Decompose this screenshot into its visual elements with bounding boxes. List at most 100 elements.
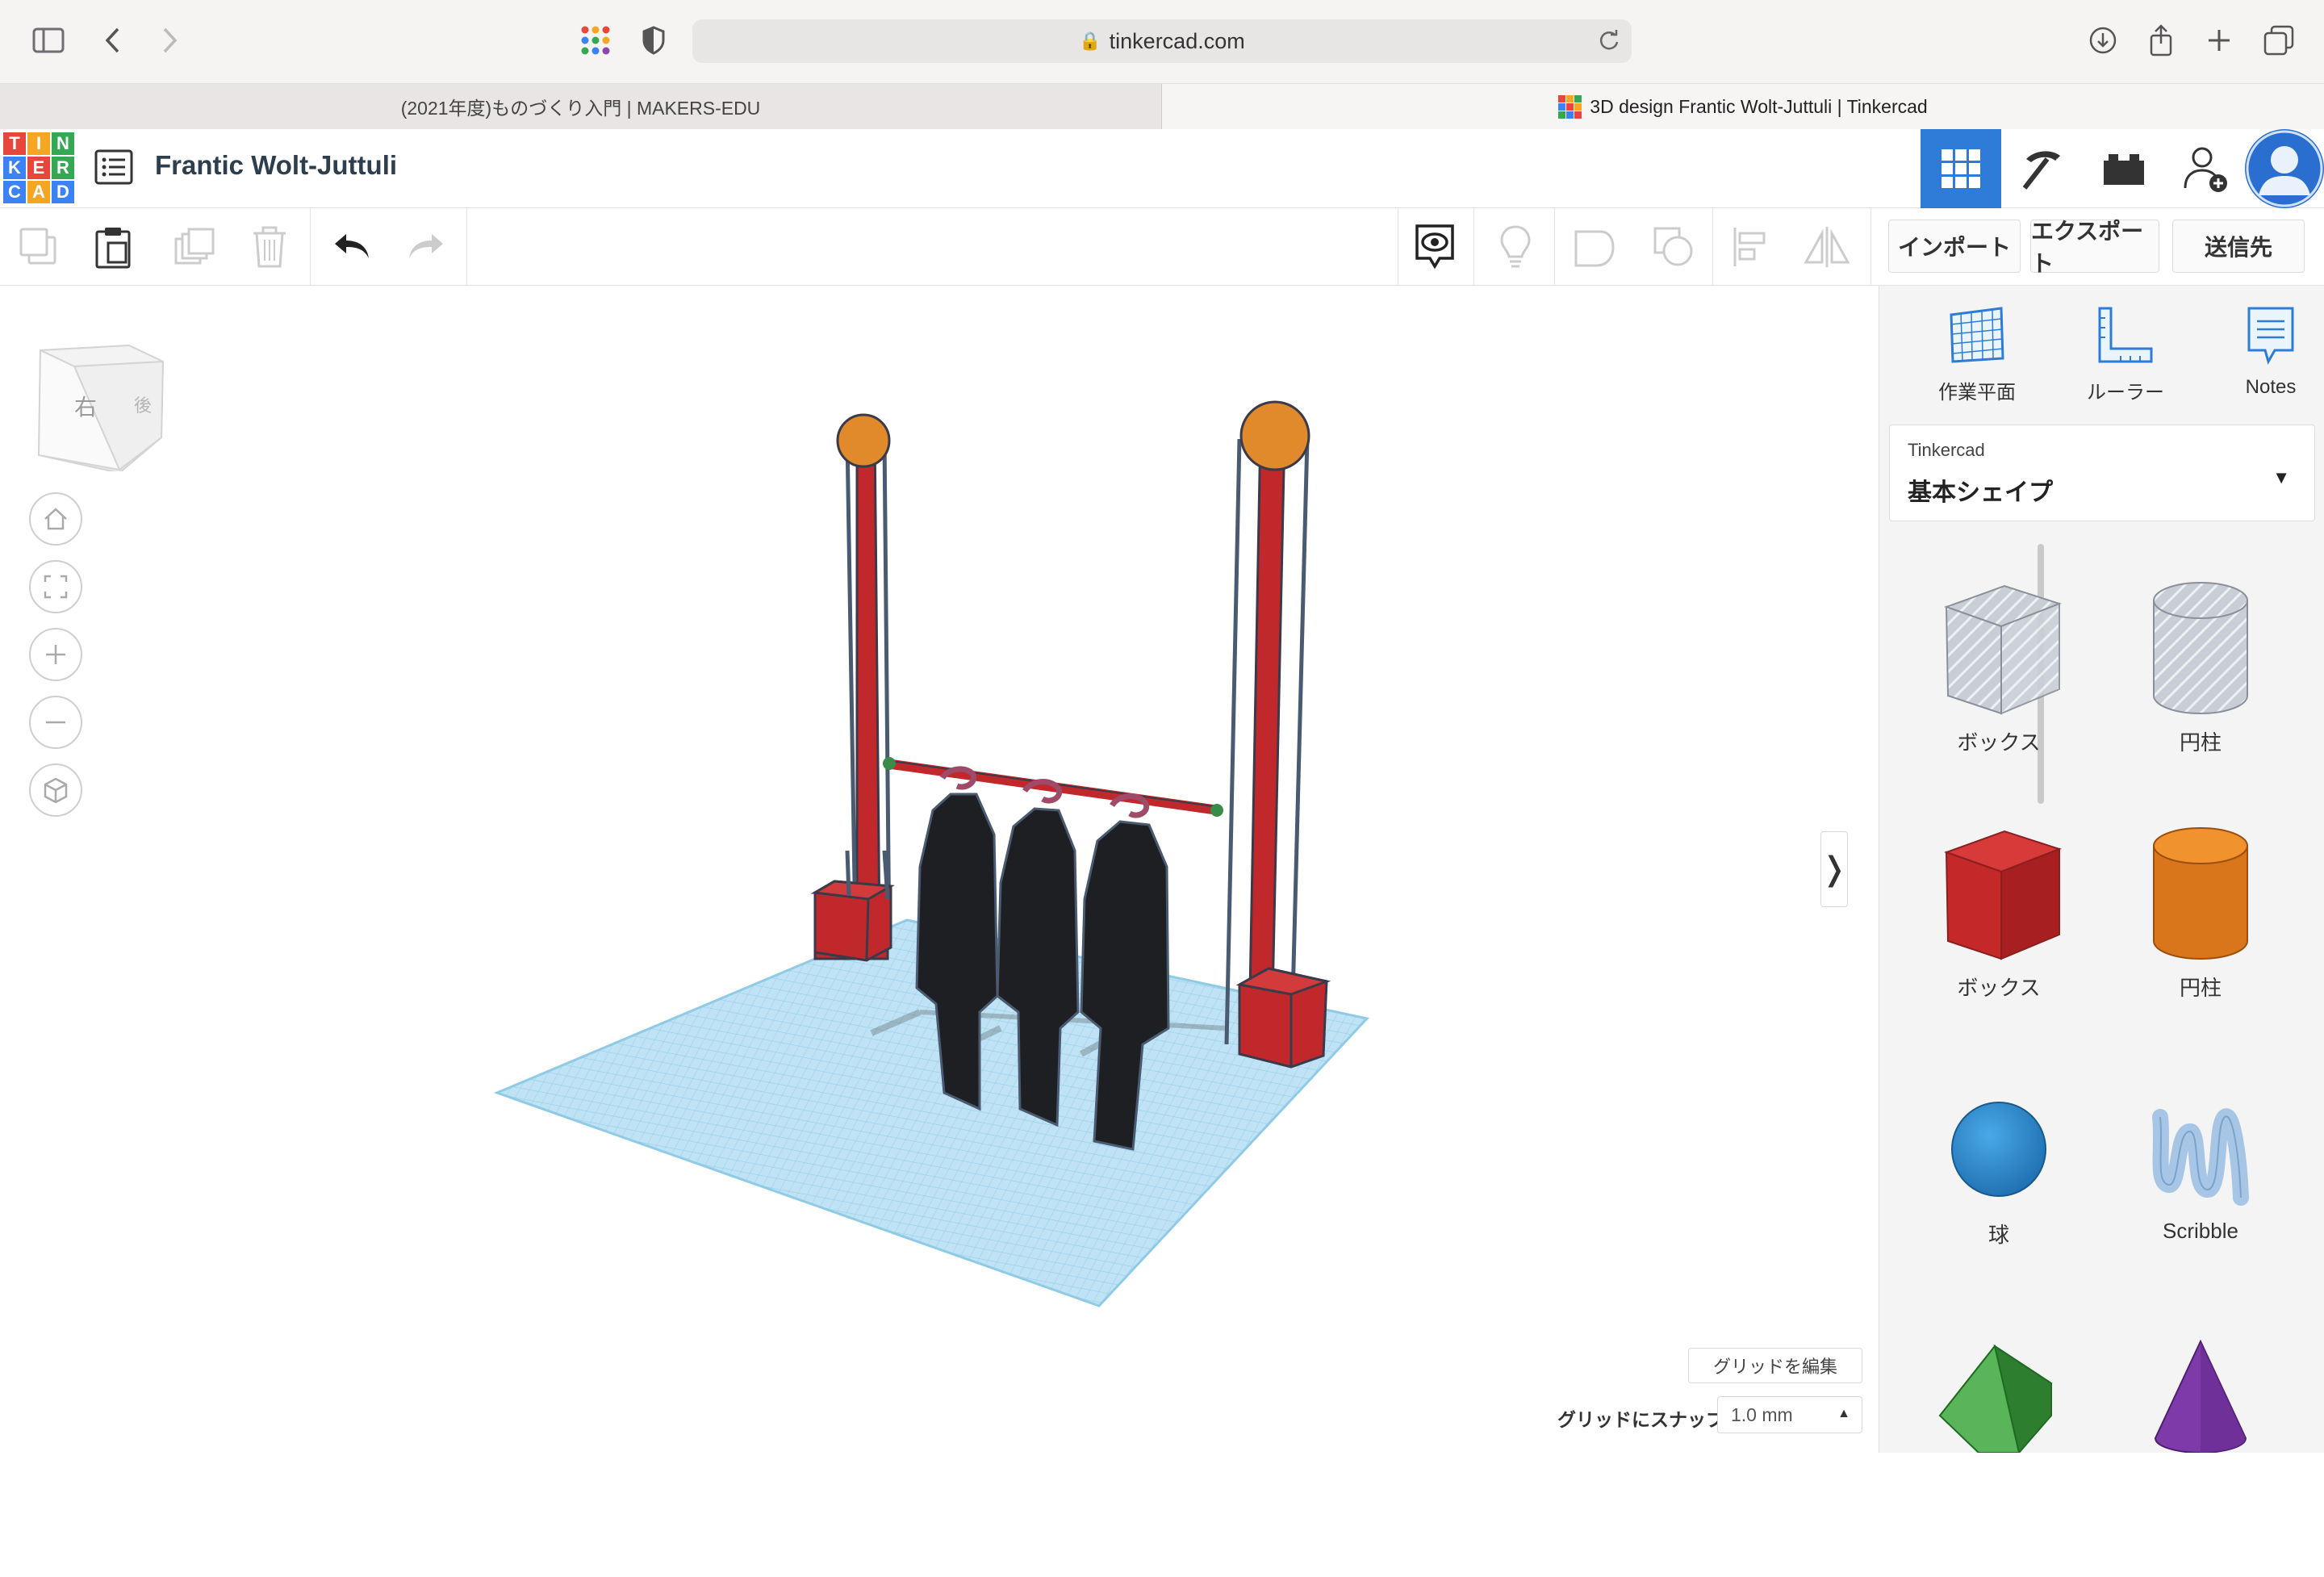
shape-roof[interactable] [1902, 1335, 2096, 1577]
logo-letter: I [27, 132, 50, 155]
duplicate-button[interactable] [168, 221, 219, 273]
logo-letter: T [3, 132, 26, 155]
logo-letter: N [52, 132, 74, 155]
shape-label: 球 [1988, 1223, 2009, 1247]
share-icon[interactable] [2142, 21, 2180, 60]
shape-label: ボックス [1957, 976, 2041, 1000]
paste-button[interactable] [87, 221, 139, 273]
shape-label: ボックス [1957, 730, 2041, 755]
shape-library-dropdown[interactable]: Tinkercad 基本シェイプ ▼ [1889, 425, 2315, 521]
paste-icon [95, 228, 131, 269]
download-icon[interactable] [2084, 21, 2122, 60]
shape-box-hole[interactable]: ボックス [1902, 576, 2096, 818]
import-button[interactable]: インポート [1888, 220, 2021, 273]
cone-icon [2154, 1339, 2247, 1453]
caret-up-icon: ▲ [1837, 1407, 1850, 1420]
undo-button[interactable] [326, 221, 378, 273]
workplane-tool[interactable]: 作業平面 [1908, 303, 2046, 416]
shape-sphere[interactable]: 球 [1902, 1085, 2096, 1327]
mirror-button[interactable] [1801, 221, 1853, 273]
tab-title: (2021年度)ものづくり入門 | MAKERS-EDU [400, 98, 761, 119]
panel-collapse-toggle[interactable]: ❭ [1820, 831, 1848, 907]
show-all-button[interactable] [1409, 221, 1461, 273]
add-user-icon [2184, 147, 2227, 192]
cylinder-hole-icon [2153, 582, 2248, 714]
edit-toolbar: インポート エクスポート 送信先 [0, 208, 2324, 286]
address-bar[interactable]: 🔒 tinkercad.com [692, 19, 1632, 63]
shape-box[interactable]: ボックス [1902, 822, 2096, 1064]
align-button[interactable] [1725, 221, 1777, 273]
pickaxe-button[interactable] [2002, 129, 2083, 208]
trash-icon [253, 226, 286, 268]
shape-cylinder[interactable]: 円柱 [2104, 822, 2297, 1064]
forward-icon[interactable] [150, 21, 189, 60]
group-button[interactable] [1569, 221, 1620, 273]
redo-button[interactable] [400, 221, 452, 273]
notes-icon [2247, 307, 2294, 365]
send-to-button[interactable]: 送信先 [2172, 220, 2305, 273]
browser-tab[interactable]: (2021年度)ものづくり入門 | MAKERS-EDU [0, 84, 1162, 129]
shape-scribble[interactable]: Scribble [2104, 1085, 2297, 1327]
shape-label: 円柱 [2179, 976, 2222, 1000]
bricks-button[interactable] [2084, 129, 2164, 208]
edit-grid-button[interactable]: グリッドを編集 [1688, 1348, 1862, 1383]
redo-icon [409, 234, 443, 258]
add-user-button[interactable] [2165, 129, 2246, 208]
scribble-icon [2152, 1108, 2249, 1206]
ungroup-button[interactable] [1648, 221, 1699, 273]
new-tab-icon[interactable] [2200, 21, 2238, 60]
design-title[interactable]: Frantic Wolt-Juttuli [155, 150, 397, 181]
box-hole-icon [1944, 584, 2062, 715]
library-source: Tinkercad [1908, 440, 1985, 460]
export-button[interactable]: エクスポート [2030, 219, 2159, 276]
lightbulb-icon [1500, 225, 1531, 268]
toolbar-divider [466, 208, 467, 286]
hint-button[interactable] [1490, 221, 1541, 273]
back-icon[interactable] [94, 21, 132, 60]
cylinder-icon [2153, 827, 2248, 960]
logo-letter: D [52, 181, 74, 203]
shape-label: 円柱 [2179, 730, 2222, 755]
mirror-icon [1804, 227, 1850, 267]
avatar[interactable] [2245, 129, 2324, 208]
sidebar-toggle-icon[interactable] [29, 21, 68, 60]
copy-button[interactable] [13, 221, 65, 273]
copy-icon [19, 228, 56, 265]
brick-icon [2104, 154, 2144, 185]
scene-canvas[interactable] [0, 286, 1879, 1453]
left-post[interactable] [810, 413, 893, 960]
logo-letter: R [52, 157, 74, 179]
snap-grid-select[interactable]: 1.0 mm ▲ [1717, 1396, 1862, 1433]
reload-icon[interactable] [1598, 29, 1620, 57]
library-category: 基本シェイプ [1908, 479, 2053, 506]
browser-toolbar: 🔒 tinkercad.com [0, 0, 2324, 84]
garments[interactable] [915, 766, 1170, 1151]
eye-bubble-icon [1415, 224, 1454, 270]
notes-label: Notes [2245, 376, 2297, 398]
shield-icon[interactable] [634, 21, 673, 60]
3d-workspace[interactable]: 右 後 ❭ グリッドを編集 グリッドにスナップ 1.0 mm ▲ [0, 286, 1879, 1453]
toolbar-divider [310, 208, 311, 286]
shape-cone[interactable] [2104, 1335, 2297, 1577]
lock-icon: 🔒 [1079, 31, 1101, 51]
delete-button[interactable] [244, 221, 295, 273]
tab-overview-icon[interactable] [2259, 21, 2298, 60]
tinkercad-logo[interactable]: T I N K E R C A D [3, 132, 74, 203]
group-icon [1574, 230, 1615, 267]
right-post[interactable] [1224, 400, 1331, 1069]
align-icon [1733, 228, 1766, 266]
browser-tab-active[interactable]: 3D design Frantic Wolt-Juttuli | Tinkerc… [1162, 84, 2324, 129]
undo-icon [335, 234, 369, 258]
grid-view-icon [1942, 149, 1980, 188]
apps-grid-icon[interactable] [576, 21, 615, 60]
design-list-icon[interactable] [94, 147, 134, 187]
snap-grid-label: グリッドにスナップ [1557, 1409, 1724, 1430]
shape-cylinder-hole[interactable]: 円柱 [2104, 576, 2297, 818]
shape-label: Scribble [2163, 1219, 2238, 1243]
shapes-panel: 作業平面 ルーラー Notes Tinkercad 基本シェイプ ▼ ボックス [1879, 286, 2324, 1453]
notes-tool[interactable]: Notes [2202, 303, 2324, 416]
ruler-tool[interactable]: ルーラー [2057, 303, 2194, 416]
toolbar-divider [1712, 208, 1713, 286]
logo-letter: K [3, 157, 26, 179]
3d-view-button[interactable] [1921, 129, 2001, 208]
